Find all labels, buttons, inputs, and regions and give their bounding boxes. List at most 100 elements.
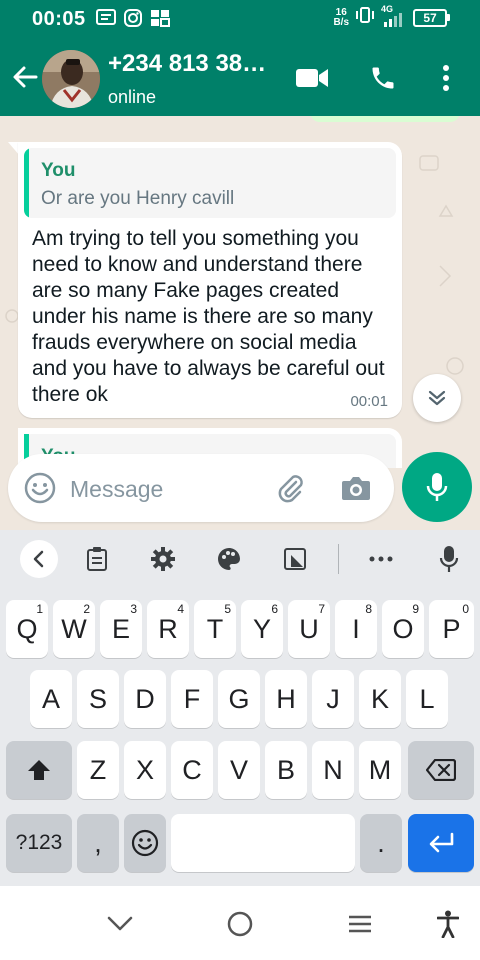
message-input[interactable] (70, 474, 260, 504)
attach-button[interactable] (272, 470, 308, 506)
nav-hide-keyboard-button[interactable] (100, 904, 140, 944)
key-g[interactable]: G (218, 670, 260, 728)
key-j[interactable]: J (312, 670, 354, 728)
keyboard-resize-button[interactable] (276, 540, 314, 578)
key-d[interactable]: D (124, 670, 166, 728)
settings-icon (151, 547, 175, 571)
vibrate-icon (355, 6, 375, 29)
video-call-button[interactable] (294, 60, 330, 96)
back-arrow-icon (13, 66, 38, 88)
message-composer (0, 448, 480, 530)
status-right-icons: 16 B/s 4G 57 (333, 4, 450, 29)
emoji-button[interactable] (22, 470, 58, 506)
gallery-icon (150, 9, 170, 32)
theme-button[interactable] (210, 540, 248, 578)
voice-call-button[interactable] (365, 60, 401, 96)
key-b[interactable]: B (265, 741, 307, 799)
status-notification-icons (96, 9, 170, 32)
previous-message-bubble (310, 116, 460, 122)
resize-icon (284, 548, 306, 570)
incoming-message-bubble[interactable]: You Or are you Henry cavill Am trying to… (18, 142, 402, 418)
more-options-button[interactable] (428, 60, 464, 96)
more-vert-icon (443, 65, 449, 91)
key-z[interactable]: Z (77, 741, 119, 799)
comma-key[interactable]: , (77, 814, 119, 872)
nav-home-icon (227, 911, 253, 937)
key-m[interactable]: M (359, 741, 401, 799)
avatar[interactable] (42, 50, 100, 108)
quoted-author: You (41, 160, 76, 181)
period-key[interactable]: . (360, 814, 402, 872)
back-button[interactable] (8, 60, 42, 94)
shift-key[interactable] (6, 741, 72, 799)
chevron-left-icon (33, 550, 44, 568)
space-key[interactable] (171, 814, 355, 872)
camera-icon (342, 477, 370, 500)
keyboard-collapse-button[interactable] (20, 540, 58, 578)
nav-down-icon (107, 916, 133, 931)
emoji-icon (24, 472, 56, 504)
mic-icon (426, 473, 448, 501)
signal-icon: 4G (381, 4, 407, 28)
key-y[interactable]: Y6 (241, 600, 283, 658)
key-p[interactable]: P0 (429, 600, 474, 658)
attach-icon (278, 475, 303, 503)
key-v[interactable]: V (218, 741, 260, 799)
voice-message-button[interactable] (402, 452, 472, 522)
key-x[interactable]: X (124, 741, 166, 799)
quoted-message[interactable]: You Or are you Henry cavill (24, 148, 396, 218)
key-e[interactable]: E3 (100, 600, 142, 658)
emoji-icon (131, 829, 159, 857)
message-text: Am trying to tell you something you need… (32, 227, 385, 406)
enter-key[interactable] (408, 814, 474, 872)
voice-typing-button[interactable] (430, 540, 468, 578)
key-i[interactable]: I8 (335, 600, 377, 658)
palette-icon (218, 548, 240, 570)
keyboard-more-button[interactable] (362, 540, 400, 578)
phone-icon (372, 67, 394, 89)
nav-recents-button[interactable] (340, 904, 380, 944)
symbols-key[interactable]: ?123 (6, 814, 72, 872)
keyboard-toolbar (0, 530, 480, 586)
key-s[interactable]: S (77, 670, 119, 728)
clipboard-button[interactable] (78, 540, 116, 578)
emoji-key[interactable] (124, 814, 166, 872)
key-w[interactable]: W2 (53, 600, 95, 658)
app-header: 00:05 16 B/s 4G 57 +234 813 38… online (0, 0, 480, 120)
double-chevron-down-icon (428, 390, 446, 406)
soft-keyboard: Q1 W2 E3 R4 T5 Y6 U7 I8 O9 P0 A S D F G … (0, 530, 480, 886)
key-u[interactable]: U7 (288, 600, 330, 658)
key-o[interactable]: O9 (382, 600, 424, 658)
message-input-container[interactable] (8, 454, 394, 522)
key-l[interactable]: L (406, 670, 448, 728)
nav-home-button[interactable] (220, 904, 260, 944)
key-a[interactable]: A (30, 670, 72, 728)
message-icon (96, 9, 116, 32)
scroll-to-bottom-button[interactable] (413, 374, 461, 422)
contact-name[interactable]: +234 813 38… (108, 50, 286, 78)
system-nav-bar (0, 886, 480, 960)
backspace-icon (426, 759, 456, 781)
keyboard-settings-button[interactable] (144, 540, 182, 578)
battery-level: 57 (413, 8, 447, 27)
key-t[interactable]: T5 (194, 600, 236, 658)
message-time: 00:01 (350, 393, 388, 410)
key-h[interactable]: H (265, 670, 307, 728)
key-k[interactable]: K (359, 670, 401, 728)
more-horiz-icon (369, 556, 393, 562)
key-q[interactable]: Q1 (6, 600, 48, 658)
accessibility-button[interactable] (428, 904, 468, 944)
key-n[interactable]: N (312, 741, 354, 799)
nav-recents-icon (349, 915, 371, 933)
key-r[interactable]: R4 (147, 600, 189, 658)
accessibility-icon (437, 910, 459, 938)
net-speed-unit: B/s (333, 16, 349, 28)
backspace-key[interactable] (408, 741, 474, 799)
key-c[interactable]: C (171, 741, 213, 799)
status-time: 00:05 (32, 8, 86, 30)
quoted-text: Or are you Henry cavill (41, 188, 235, 209)
instagram-icon (124, 9, 142, 32)
key-f[interactable]: F (171, 670, 213, 728)
camera-button[interactable] (338, 470, 374, 506)
status-bar: 00:05 16 B/s 4G 57 (0, 0, 480, 36)
